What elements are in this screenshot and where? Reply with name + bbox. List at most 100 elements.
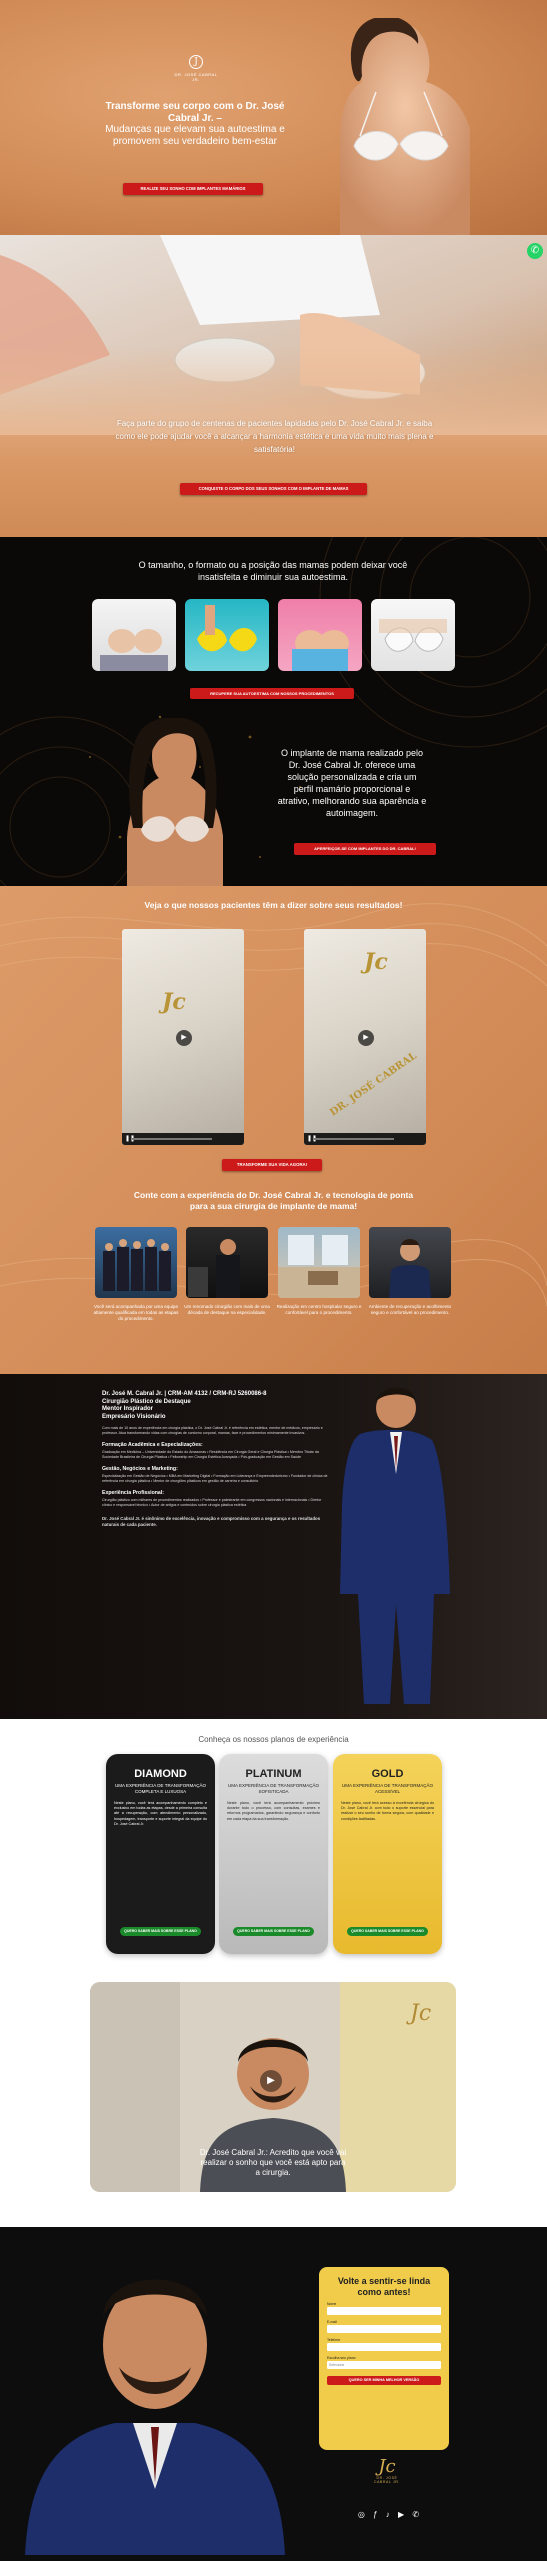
plan-select[interactable]: Selecione bbox=[327, 2361, 441, 2369]
plan-subtitle: UMA EXPERIÊNCIA DE TRANSFORMAÇÃO COMPLET… bbox=[115, 1783, 206, 1794]
video-controls[interactable]: ❚❚ bbox=[304, 1133, 426, 1145]
plan-name: PLATINUM bbox=[245, 1768, 302, 1780]
shape-text-2: O implante de mama realizado pelo Dr. Jo… bbox=[277, 748, 427, 818]
bio-text-column: Dr. José M. Cabral Jr. | CRM-AM 4132 / C… bbox=[102, 1391, 330, 1528]
phone-input[interactable] bbox=[327, 2343, 441, 2351]
plan-card-platinum: PLATINUM UMA EXPERIÊNCIA DE TRANSFORMAÇÃ… bbox=[219, 1754, 328, 1954]
whatsapp-icon: ✆ bbox=[530, 245, 540, 256]
youtube-icon[interactable]: ▶ bbox=[398, 2510, 407, 2519]
plan-name: DIAMOND bbox=[134, 1768, 187, 1780]
embroidered-logo: Jc bbox=[162, 989, 186, 1015]
field-label-name: Nome bbox=[327, 2302, 337, 2306]
hospital-photo bbox=[278, 1227, 360, 1298]
hero-subtitle: Mudanças que elevam sua autoestima e pro… bbox=[105, 124, 285, 147]
bio-experiencia: Cirurgião plástico com milhares de proce… bbox=[102, 1498, 322, 1507]
whatsapp-icon[interactable]: ✆ bbox=[412, 2510, 422, 2519]
bra-photo-3 bbox=[278, 599, 362, 671]
doctor-portrait-photo bbox=[369, 1227, 451, 1298]
play-icon[interactable]: ▶ bbox=[176, 1030, 192, 1046]
plan-card-gold: GOLD UMA EXPERIÊNCIA DE TRANSFORMAÇÃO AC… bbox=[333, 1754, 442, 1954]
svg-text:Jc: Jc bbox=[406, 2001, 431, 2026]
logo-name: DR. JOSÉ CABRAL JR. bbox=[174, 72, 218, 82]
hero-model-image bbox=[340, 18, 470, 235]
bio-role-2: Mentor Inspirador bbox=[102, 1406, 154, 1412]
bra-photo-2 bbox=[185, 599, 269, 671]
submit-button[interactable]: QUERO SER MINHA MELHOR VERSÃO bbox=[327, 2376, 441, 2385]
thumb-caption-2: Um renomado cirurgião com mais de uma dé… bbox=[184, 1304, 270, 1315]
tiktok-icon[interactable]: ♪ bbox=[386, 2510, 393, 2519]
video-subtitle: Dr. José Cabral Jr.: Acredito que você v… bbox=[199, 2148, 347, 2177]
plans-section: Conheça os nossos planos de experiência … bbox=[0, 1719, 547, 2227]
shape-title: O tamanho, o formato ou a posição das ma… bbox=[138, 560, 408, 582]
clinic-section: Faça parte do grupo de centenas de pacie… bbox=[0, 235, 547, 537]
results-title: Veja o que nossos pacientes têm a dizer … bbox=[144, 900, 403, 910]
thumb-caption-1: Você será acompanhada por uma equipe alt… bbox=[93, 1304, 179, 1321]
embroidered-logo: Jc bbox=[364, 949, 388, 975]
doctor-portrait-large bbox=[25, 2279, 285, 2555]
plan-subtitle: UMA EXPERIÊNCIA DE TRANSFORMAÇÃO SOFISTI… bbox=[228, 1783, 319, 1794]
footer-logo: Jc DR. JOSÉ CABRAL JR. bbox=[367, 2456, 407, 2485]
plan-description: Neste plano, você terá acompanhamento pr… bbox=[227, 1801, 320, 1821]
logo-mark: J bbox=[189, 55, 203, 69]
experience-title: Conte com a experiência do Dr. José Cabr… bbox=[133, 1190, 414, 1211]
social-links: ◎ ƒ ♪ ▶ ✆ bbox=[350, 2510, 430, 2519]
wave-lines-background bbox=[0, 903, 547, 1307]
results-cta-button[interactable]: TRANSFORME SUA VIDA AGORA! bbox=[222, 1159, 322, 1171]
consultation-photo bbox=[0, 235, 547, 435]
thumb-caption-3: Realização em centro hospitalar seguro e… bbox=[276, 1304, 362, 1315]
bio-closing: Dr. José Cabral Jr. é sinônimo de excelê… bbox=[102, 1516, 321, 1527]
bra-photo-1 bbox=[92, 599, 176, 671]
model-dark-image bbox=[127, 718, 223, 886]
video-progress-bar[interactable] bbox=[314, 1138, 394, 1140]
surgeon-photo bbox=[186, 1227, 268, 1298]
hero-title: Transforme seu corpo com o Dr. José Cabr… bbox=[105, 101, 285, 124]
shape-cta-button-2[interactable]: APERFEIÇOE-SE COM IMPLANTES DO DR. CABRA… bbox=[294, 843, 436, 855]
doctor-name: Dr. José M. Cabral Jr. | CRM-AM 4132 / C… bbox=[102, 1391, 267, 1397]
email-input[interactable] bbox=[327, 2325, 441, 2333]
play-icon[interactable]: ▶ bbox=[358, 1030, 374, 1046]
whatsapp-float-button[interactable]: ✆ bbox=[527, 243, 543, 259]
results-section: Veja o que nossos pacientes têm a dizer … bbox=[0, 886, 547, 1374]
field-label-email: E-mail bbox=[327, 2320, 337, 2324]
doctor-standing-photo bbox=[340, 1387, 450, 1704]
play-icon[interactable]: ▶ bbox=[260, 2070, 282, 2092]
footer-logo-mark: Jc bbox=[378, 2456, 396, 2477]
plan-description: Neste plano, você terá acompanhamento co… bbox=[114, 1801, 207, 1826]
instagram-icon[interactable]: ◎ bbox=[358, 2510, 368, 2519]
shape-cta-button-1[interactable]: RECUPERE SUA AUTOESTIMA COM NOSSOS PROCE… bbox=[190, 688, 354, 699]
bio-formacao: Graduação em Medicina – Universidade do … bbox=[102, 1450, 319, 1459]
testimonial-video-1[interactable]: Jc ▶ ❚❚ bbox=[122, 929, 244, 1145]
field-label-phone: Telefone bbox=[327, 2338, 341, 2342]
field-label-plan: Escolha seu plano bbox=[327, 2356, 356, 2360]
hero-cta-button[interactable]: REALIZE SEU SONHO COM IMPLANTES MAMÁRIOS bbox=[123, 183, 263, 195]
doctor-video[interactable]: Jc ▶ Dr. José Cabral Jr.: Acredito que v… bbox=[90, 1982, 456, 2192]
plan-cta-button[interactable]: QUERO SABER MAIS SOBRE ESSE PLANO bbox=[120, 1927, 201, 1936]
shape-section: O tamanho, o formato ou a posição das ma… bbox=[0, 537, 547, 886]
clinic-text: Faça parte do grupo de centenas de pacie… bbox=[115, 419, 434, 454]
hero-section: J DR. JOSÉ CABRAL JR. Transforme seu cor… bbox=[0, 0, 547, 235]
bio-heading-experiencia: Experiência Profissional: bbox=[102, 1490, 164, 1496]
thumb-caption-4: Ambiente de recuperação e acolhimento se… bbox=[368, 1304, 452, 1315]
video-progress-bar[interactable] bbox=[132, 1138, 212, 1140]
plans-title: Conheça os nossos planos de experiência bbox=[198, 1735, 349, 1744]
plan-card-diamond: DIAMOND UMA EXPERIÊNCIA DE TRANSFORMAÇÃO… bbox=[106, 1754, 215, 1954]
plan-cta-button[interactable]: QUERO SABER MAIS SOBRE ESSE PLANO bbox=[347, 1927, 428, 1936]
contact-section: Volte a sentir-se linda como antes! Nome… bbox=[0, 2227, 547, 2561]
plan-description: Neste plano, você terá acesso à excelênc… bbox=[341, 1801, 434, 1821]
bio-role-3: Empresário Visionário bbox=[102, 1413, 166, 1420]
facebook-icon[interactable]: ƒ bbox=[373, 2510, 380, 2519]
plan-cta-button[interactable]: QUERO SABER MAIS SOBRE ESSE PLANO bbox=[233, 1927, 314, 1936]
bra-photo-4 bbox=[371, 599, 455, 671]
bio-heading-gestao: Gestão, Negócios e Marketing: bbox=[102, 1466, 178, 1472]
contact-form: Volte a sentir-se linda como antes! Nome… bbox=[319, 2267, 449, 2450]
bio-heading-formacao: Formação Acadêmica e Especializações: bbox=[102, 1442, 203, 1448]
bio-section: Dr. José M. Cabral Jr. | CRM-AM 4132 / C… bbox=[0, 1374, 547, 1719]
bio-intro: Com mais de 10 anos de experiência em ci… bbox=[102, 1426, 323, 1435]
video-controls[interactable]: ❚❚ bbox=[122, 1133, 244, 1145]
testimonial-video-2[interactable]: Jc DR. JOSÉ CABRAL ▶ ❚❚ bbox=[304, 929, 426, 1145]
clinic-cta-button[interactable]: CONQUISTE O CORPO DOS SEUS SONHOS COM O … bbox=[180, 483, 367, 495]
bio-gestao: Especialização em Gestão de Negócios • M… bbox=[102, 1474, 328, 1483]
name-input[interactable] bbox=[327, 2307, 441, 2315]
footer-logo-name: DR. JOSÉ CABRAL JR. bbox=[373, 2476, 401, 2484]
bio-role-1: Cirurgião Plástico de Destaque bbox=[102, 1398, 191, 1405]
